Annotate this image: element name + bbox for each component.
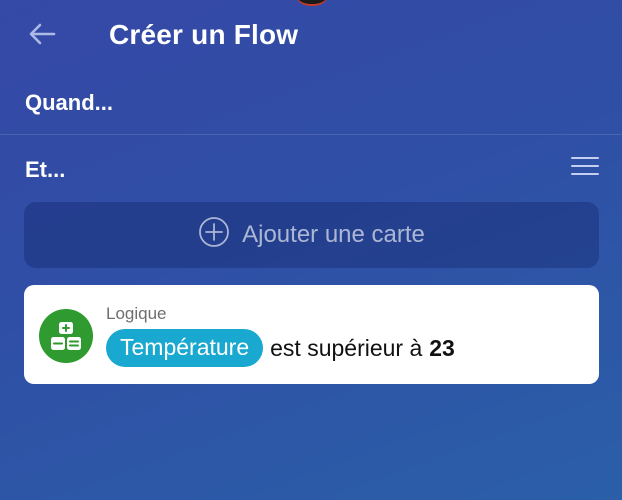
when-section-title: Quand... <box>25 90 113 115</box>
and-section: Et... <box>0 135 622 195</box>
plus-circle-icon <box>198 216 230 255</box>
add-card-label: Ajouter une carte <box>242 221 425 248</box>
arrow-left-icon <box>28 22 56 51</box>
temperature-token[interactable]: Température <box>106 329 264 367</box>
hamburger-menu-icon <box>570 155 600 182</box>
condition-value[interactable]: 23 <box>429 335 455 362</box>
when-section: Quand... <box>0 72 622 135</box>
reorder-menu-button[interactable] <box>568 155 602 181</box>
condition-text: est supérieur à <box>270 334 423 361</box>
header: Créer un Flow <box>0 0 622 72</box>
back-button[interactable] <box>22 16 62 56</box>
page-title: Créer un Flow <box>109 19 299 50</box>
add-card-button[interactable]: Ajouter une carte <box>24 202 599 268</box>
card-category: Logique <box>106 304 167 323</box>
and-section-title: Et... <box>25 157 66 182</box>
add-card-content: Ajouter une carte <box>198 216 425 255</box>
condition-sentence: Température est supérieur à 23 <box>106 329 455 367</box>
condition-card[interactable]: Logique Température est supérieur à 23 <box>24 285 599 384</box>
calculator-icon <box>39 309 93 363</box>
